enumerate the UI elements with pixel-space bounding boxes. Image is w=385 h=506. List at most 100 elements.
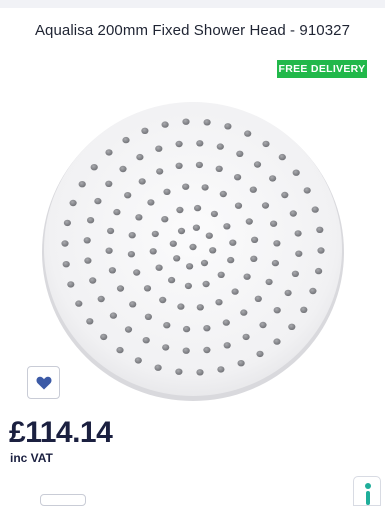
info-icon-stem (366, 491, 370, 505)
wishlist-button[interactable] (27, 366, 60, 399)
nozzle (128, 232, 136, 239)
nozzle (183, 325, 191, 333)
nozzle (143, 285, 152, 292)
vat-note: inc VAT (10, 451, 53, 465)
nozzle (253, 161, 262, 168)
nozzle (192, 224, 200, 231)
nozzle (151, 230, 159, 238)
nozzle (189, 243, 197, 251)
nozzle (203, 325, 211, 332)
nozzle (265, 278, 273, 286)
nozzle (142, 337, 150, 344)
nozzle (144, 313, 152, 320)
nozzle (244, 130, 252, 137)
nozzle (229, 239, 237, 246)
nozzle (154, 364, 162, 371)
nozzle (149, 248, 157, 255)
nozzle (259, 321, 267, 329)
nozzle (124, 326, 133, 333)
nozzle (222, 319, 230, 326)
nozzle (116, 285, 125, 292)
nozzle (234, 174, 242, 181)
nozzle (156, 168, 164, 175)
nozzle (203, 119, 211, 126)
nozzle (270, 220, 278, 227)
nozzle (261, 202, 270, 209)
nozzle (217, 271, 225, 278)
nozzle (196, 304, 204, 311)
nozzle (141, 127, 149, 134)
nozzle (116, 346, 124, 354)
nozzle (182, 347, 190, 354)
nozzle (217, 366, 225, 373)
quantity-field[interactable] (40, 494, 86, 506)
nozzle (227, 256, 235, 264)
nozzle (108, 267, 116, 274)
nozzle (315, 267, 323, 275)
product-title: Aqualisa 200mm Fixed Shower Head - 91032… (34, 22, 351, 39)
nozzle (109, 312, 117, 319)
nozzle (138, 178, 146, 185)
nozzle (61, 240, 69, 247)
nozzle (219, 190, 227, 198)
nozzle (169, 240, 177, 247)
nozzle (87, 217, 95, 224)
nozzle (231, 288, 239, 295)
nozzle (163, 188, 171, 195)
nozzle (105, 247, 113, 254)
nozzle (203, 346, 211, 354)
nozzle (289, 210, 297, 217)
shower-head-illustration (42, 102, 344, 401)
nozzle (84, 257, 92, 264)
nozzle (291, 270, 299, 277)
nozzle (177, 303, 185, 310)
nozzle (119, 165, 127, 173)
nozzle (62, 261, 70, 268)
nozzle (309, 287, 317, 295)
nozzle (186, 263, 194, 270)
nozzle (182, 183, 190, 190)
nozzle (100, 333, 108, 341)
nozzle (273, 307, 281, 314)
help-button[interactable] (353, 476, 381, 506)
nozzle (134, 357, 142, 364)
nozzle (234, 202, 243, 209)
nozzle (256, 350, 264, 358)
nozzle (284, 289, 292, 297)
nozzle (135, 214, 143, 221)
nozzle (67, 281, 75, 288)
nozzle (210, 210, 218, 218)
nozzle (127, 251, 135, 258)
nozzle (177, 227, 186, 235)
nozzle (316, 226, 324, 233)
nozzle (78, 181, 86, 188)
nozzle (133, 269, 141, 276)
nozzle (295, 250, 303, 257)
nozzle (176, 206, 184, 214)
nozzle (251, 236, 259, 243)
nozzle (245, 218, 253, 225)
nozzle (294, 230, 302, 237)
nozzle (196, 369, 204, 376)
nozzle (162, 344, 170, 351)
nozzle (161, 216, 169, 223)
nozzle (271, 259, 279, 267)
free-delivery-badge: FREE DELIVERY (277, 60, 367, 78)
nozzle (136, 153, 144, 161)
nozzle (86, 318, 94, 325)
nozzle (224, 123, 232, 130)
nozzle (161, 121, 169, 128)
nozzle (269, 175, 277, 182)
nozzle (105, 180, 113, 187)
nozzle (147, 199, 155, 206)
nozzle (107, 227, 115, 235)
nozzle (223, 342, 231, 349)
nozzle (196, 140, 204, 147)
nozzle (273, 240, 281, 247)
nozzle (168, 276, 176, 284)
nozzle (89, 277, 97, 284)
nozzle (63, 219, 71, 227)
nozzle (90, 164, 98, 171)
nozzle (201, 184, 209, 191)
product-image[interactable] (10, 82, 375, 412)
